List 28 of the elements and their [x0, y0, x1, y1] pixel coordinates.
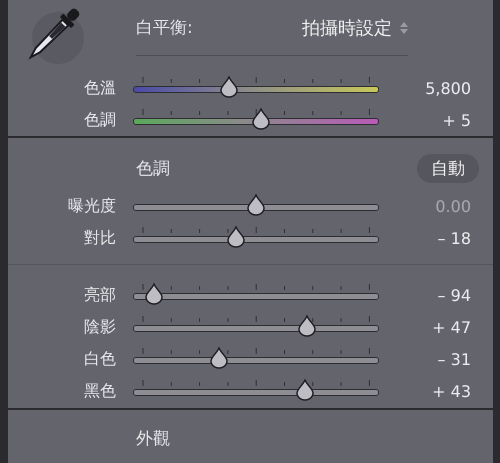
- slider-value[interactable]: 5,800: [425, 78, 471, 98]
- slider-thumb[interactable]: [144, 283, 163, 305]
- slider-label: 陰影: [83, 316, 116, 338]
- slider-thumb[interactable]: [210, 347, 228, 369]
- slider-label: 對比: [83, 228, 116, 248]
- slider-label: 白色: [83, 348, 116, 370]
- slider-value[interactable]: – 94: [438, 286, 471, 304]
- slider-value[interactable]: + 47: [432, 318, 471, 336]
- slider-thumb[interactable]: [298, 315, 316, 337]
- slider-thumb[interactable]: [227, 226, 246, 248]
- slider-label: 黑色: [83, 380, 116, 402]
- slider-value[interactable]: + 43: [432, 382, 471, 400]
- slider-label: 色調: [83, 110, 116, 130]
- slider-label: 曝光度: [67, 196, 116, 216]
- slider-thumb[interactable]: [220, 76, 238, 98]
- slider-value[interactable]: + 5: [442, 110, 471, 130]
- slider-value[interactable]: – 31: [438, 350, 471, 368]
- section-title: 色調: [136, 158, 170, 180]
- slider-value[interactable]: – 18: [438, 228, 471, 248]
- slider-thumb[interactable]: [296, 379, 314, 401]
- slider-label: 色溫: [83, 78, 116, 98]
- auto-button[interactable]: 自動: [417, 154, 479, 182]
- slider-thumb[interactable]: [247, 194, 265, 216]
- slider-label: 亮部: [83, 284, 116, 306]
- wb-label: 白平衡:: [136, 17, 193, 39]
- section-title: 外觀: [136, 428, 170, 450]
- wb-preset-dropdown[interactable]: 拍攝時設定: [302, 16, 392, 40]
- slider-thumb[interactable]: [252, 108, 270, 130]
